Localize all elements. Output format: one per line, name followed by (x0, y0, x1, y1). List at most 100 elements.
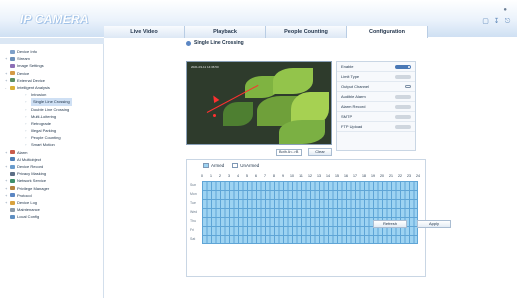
direction-select[interactable]: Both A<->B (276, 148, 302, 156)
section-title: Single Line Crossing (186, 40, 244, 46)
hour-label: 9 (282, 174, 284, 178)
sidebar-item-device[interactable]: + Device (5, 70, 72, 77)
tab-live-video[interactable]: Live Video (104, 26, 185, 38)
download-icon[interactable]: ↧ (493, 18, 500, 25)
sidebar-item-retrograde[interactable]: ◦ Retrograde (5, 120, 72, 127)
sidebar-item-alarm[interactable]: + Alarm (5, 149, 72, 156)
expand-icon[interactable]: + (5, 185, 9, 192)
sidebar-item-label: Privacy Masking (17, 171, 47, 177)
tree-bullet-icon: ◦ (25, 106, 27, 112)
sidebar-item-double-line-crossing[interactable]: ◦ Double Line Crossing (5, 106, 72, 113)
sidebar-item-privacy-masking[interactable]: Privacy Masking (5, 170, 72, 177)
sidebar-item-single-line-crossing[interactable]: ◦ Single Line Crossing (5, 98, 72, 106)
expand-icon[interactable]: + (5, 192, 9, 199)
hour-label: 11 (299, 174, 303, 178)
tree-bullet-icon: ◦ (25, 142, 27, 148)
schedule-legend: Armed UnArmed (203, 163, 259, 169)
apply-button[interactable]: Apply (417, 220, 451, 228)
limit-type-toggle[interactable] (395, 74, 411, 79)
sidebar-item-label: Intelligent Analysis (17, 84, 50, 90)
sidebar-item-people-counting[interactable]: ◦ People Counting (5, 134, 72, 141)
tab-playback[interactable]: Playback (185, 26, 266, 38)
sidebar-item-device-log[interactable]: + Device Log (5, 199, 72, 206)
expand-icon[interactable]: + (5, 149, 9, 156)
hour-label: 0 (201, 174, 203, 178)
sidebar-item-label: Device Log (17, 199, 38, 205)
intelligent-analysis-icon (10, 85, 15, 90)
sidebar-item-label: Network Service (17, 178, 47, 184)
header-toolbar: ▢ ↧ ⎋ (482, 18, 511, 25)
sidebar-item-label: Device (17, 70, 30, 76)
hour-label: 7 (264, 174, 266, 178)
legend-unarmed[interactable]: UnArmed (232, 163, 259, 169)
tab-configuration[interactable]: Configuration (347, 26, 428, 38)
expand-icon[interactable]: + (5, 70, 9, 77)
hour-label: 2 (219, 174, 221, 178)
config-tree: Device Info + Stream Image Settings + Device +… (5, 48, 72, 221)
sidebar-item-device-info[interactable]: Device Info (5, 48, 72, 55)
video-timestamp: 2021-03-11 14:36:50 (191, 65, 219, 69)
setting-row-alarm-record: Alarm Record (337, 102, 415, 112)
sidebar-item-illegal-parking[interactable]: ◦ Illegal Parking (5, 127, 72, 134)
smtp-toggle[interactable] (395, 114, 411, 119)
sidebar-item-local-config[interactable]: Local Config (5, 213, 72, 220)
sidebar-item-label: Single Line Crossing (31, 98, 72, 106)
sidebar-item-label: Retrograde (31, 120, 52, 126)
clear-button[interactable]: Clear (308, 148, 332, 156)
arming-schedule: Armed UnArmed 0 1 2 3 4 5 6 7 8 9 10 11 12 13 14 15 16 17… (186, 159, 426, 277)
expand-icon[interactable]: + (5, 55, 9, 62)
hour-label: 23 (407, 174, 411, 178)
logout-icon[interactable]: ⎋ (504, 18, 511, 25)
sidebar-item-label: Device Record (17, 164, 44, 169)
armed-label: Armed (211, 163, 225, 168)
enable-toggle[interactable] (395, 64, 411, 69)
line-endpoint-handle[interactable] (213, 114, 216, 117)
day-label: Tue (190, 201, 196, 205)
sidebar-item-multi-loitering[interactable]: ◦ Multi-Loitering (5, 113, 72, 120)
hour-label: 6 (255, 174, 257, 178)
schedule-grid[interactable] (202, 181, 418, 244)
sidebar-item-ai-multiobject[interactable]: AI Multiobject (5, 156, 72, 163)
refresh-button[interactable]: Refresh (373, 220, 407, 228)
sidebar-item-privilege-manager[interactable]: + Privilege Manager (5, 185, 72, 192)
sidebar-item-label: Multi-Loitering (31, 113, 57, 119)
sidebar-item-maintenance[interactable]: Maintenance (5, 206, 72, 213)
tree-bullet-icon: ◦ (25, 120, 27, 126)
sidebar-item-network-service[interactable]: + Network Service (5, 177, 72, 184)
ai-multiobject-icon (10, 157, 15, 162)
sidebar-item-intrusion[interactable]: ◦ Intrusion (5, 91, 72, 98)
ftp-upload-toggle[interactable] (395, 124, 411, 129)
plant-leaf (279, 120, 325, 144)
sidebar-item-device-record[interactable]: + Device Record (5, 163, 72, 170)
fullscreen-icon[interactable]: ▢ (482, 18, 489, 25)
sidebar-item-label: External Device (17, 77, 46, 83)
hour-label: 16 (344, 174, 348, 178)
alarm-record-toggle[interactable] (395, 104, 411, 109)
tab-people-counting[interactable]: People Counting (266, 26, 347, 38)
expand-icon[interactable]: + (5, 177, 9, 184)
plant-leaf (273, 68, 313, 94)
expand-icon[interactable]: + (5, 199, 9, 206)
sidebar-item-external-device[interactable]: + External Device (5, 77, 72, 84)
expand-icon[interactable]: + (5, 163, 9, 170)
expand-icon[interactable]: + (5, 77, 9, 84)
legend-armed[interactable]: Armed (203, 163, 225, 169)
privilege-manager-icon (10, 186, 15, 191)
link-icon[interactable] (405, 85, 411, 88)
day-label: Fri (190, 228, 195, 232)
sidebar-item-smart-motion[interactable]: ◦ Smart Motion (5, 141, 72, 148)
armed-swatch (203, 163, 209, 169)
sidebar-item-image-settings[interactable]: Image Settings (5, 62, 72, 69)
video-preview[interactable]: 2021-03-11 14:36:50 (186, 61, 332, 145)
sidebar-item-protocol[interactable]: + Protocol (5, 192, 72, 199)
user-icon[interactable]: ● (503, 7, 507, 13)
day-label: Sun (190, 183, 197, 187)
day-label: Sat (190, 237, 196, 241)
sidebar-item-label: People Counting (31, 135, 61, 141)
collapse-icon[interactable]: - (5, 84, 9, 91)
day-label: Thu (190, 219, 197, 223)
sidebar-item-intelligent-analysis[interactable]: - Intelligent Analysis (5, 84, 72, 91)
sidebar-item-stream[interactable]: + Stream (5, 55, 72, 62)
audible-alarm-toggle[interactable] (395, 94, 411, 99)
hour-label: 21 (389, 174, 393, 178)
